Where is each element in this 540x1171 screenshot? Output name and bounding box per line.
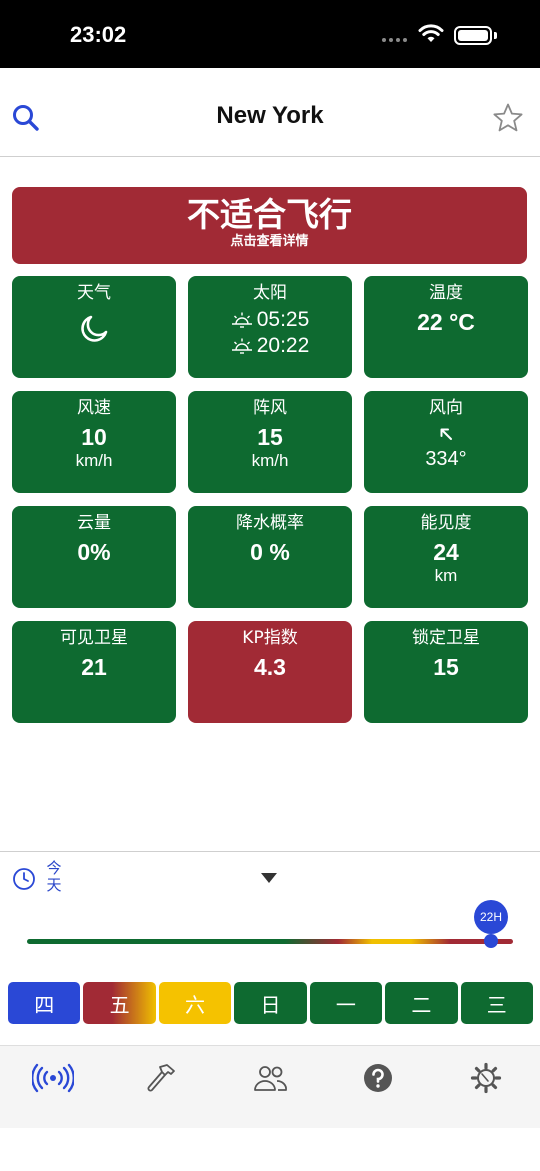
battery-tip [494,32,497,39]
visibility-value: 24 [433,539,459,565]
dropdown-triangle-icon[interactable] [260,872,278,884]
wind-speed-value: 10 [81,424,107,450]
banner-title: 不适合飞行 [187,195,352,234]
cellular-signal-icon [382,38,407,42]
wind-speed-unit: km/h [75,451,113,470]
status-bar: 23:02 [0,0,540,68]
card-cloud[interactable]: 云量 0% [12,506,176,608]
card-label: 风速 [77,398,111,418]
card-label: 锁定卫星 [412,628,480,648]
day-button-fri[interactable]: 五 [83,982,156,1024]
day-selector: 四 五 六 日 一 二 三 [8,982,533,1024]
settings-gear-icon [470,1062,502,1094]
gust-value: 15 [257,424,283,450]
visibility-unit: km [434,566,458,585]
timeline-divider [0,851,540,852]
card-label: 阵风 [253,398,287,418]
satellites-visible-value: 21 [81,654,107,680]
wind-direction-value: 334° [425,448,467,470]
sunrise-row: 05:25 [188,307,352,333]
sunset-row: 20:22 [188,333,352,359]
card-precipitation[interactable]: 降水概率 0 % [188,506,352,608]
favorite-button[interactable] [490,100,526,136]
card-kp-index[interactable]: KP指数 4.3 [188,621,352,723]
antenna-icon [32,1063,74,1093]
tab-community[interactable] [248,1060,292,1096]
help-icon [364,1064,392,1092]
card-wind-speed[interactable]: 风速 10 km/h [12,391,176,493]
card-gust[interactable]: 阵风 15 km/h [188,391,352,493]
clock-icon [13,868,35,890]
day-button-sat[interactable]: 六 [158,982,232,1024]
battery-icon [454,26,492,45]
gust-unit: km/h [251,451,289,470]
card-label: 天气 [77,283,111,303]
cloud-value: 0% [77,539,111,565]
star-icon [493,103,523,132]
sunset-time: 20:22 [256,334,310,357]
card-label: 风向 [429,398,463,418]
people-icon [254,1066,287,1091]
card-label: KP指数 [242,628,298,648]
page-title: New York [216,102,324,129]
day-button-thu[interactable]: 四 [8,982,81,1024]
card-weather[interactable]: 天气 [12,276,176,378]
card-satellites-visible[interactable]: 可见卫星 21 [12,621,176,723]
hour-slider[interactable]: 22H [27,900,513,960]
card-label: 太阳 [253,283,287,303]
wifi-icon [418,24,444,42]
sunset-icon [231,338,252,354]
conditions-grid: 天气 太阳 05:25 20:22 温度 22 °C 风速 10 km/h 阵风… [12,276,528,723]
tab-conditions[interactable] [31,1060,75,1096]
card-sun[interactable]: 太阳 05:25 20:22 [188,276,352,378]
card-label: 云量 [77,513,111,533]
flight-status-banner[interactable]: 不适合飞行 点击查看详情 [12,187,527,264]
card-temperature[interactable]: 温度 22 °C [364,276,528,378]
wind-direction-arrow-icon [440,428,452,440]
tab-tools[interactable] [140,1060,184,1096]
precipitation-value: 0 % [250,539,290,565]
kp-index-value: 4.3 [254,654,286,680]
day-button-mon[interactable]: 一 [309,982,383,1024]
hammer-icon [147,1064,175,1092]
card-label: 可见卫星 [60,628,128,648]
card-label: 降水概率 [236,513,304,533]
card-label: 温度 [429,283,463,303]
card-wind-direction[interactable]: 风向 334° [364,391,528,493]
selected-day-label: 今天 [46,859,62,894]
slider-thumb[interactable] [484,934,498,948]
moon-icon [81,315,108,342]
slider-hour-bubble: 22H [474,900,508,934]
home-indicator-area [0,1128,540,1171]
card-label: 能见度 [420,513,472,533]
tab-bar [0,1045,540,1128]
temperature-value: 22 °C [417,309,475,335]
satellites-locked-value: 15 [433,654,459,680]
banner-subtitle: 点击查看详情 [230,234,309,249]
day-button-tue[interactable]: 二 [385,982,458,1024]
card-satellites-locked[interactable]: 锁定卫星 15 [364,621,528,723]
tab-help[interactable] [356,1060,400,1096]
day-button-wed[interactable]: 三 [460,982,533,1024]
header: New York [0,68,540,157]
day-button-sun[interactable]: 日 [234,982,307,1024]
sunrise-time: 05:25 [256,308,310,331]
status-time: 23:02 [70,22,127,47]
card-visibility[interactable]: 能见度 24 km [364,506,528,608]
sunrise-icon [231,312,252,328]
slider-track [27,939,513,944]
tab-settings[interactable] [464,1060,508,1096]
